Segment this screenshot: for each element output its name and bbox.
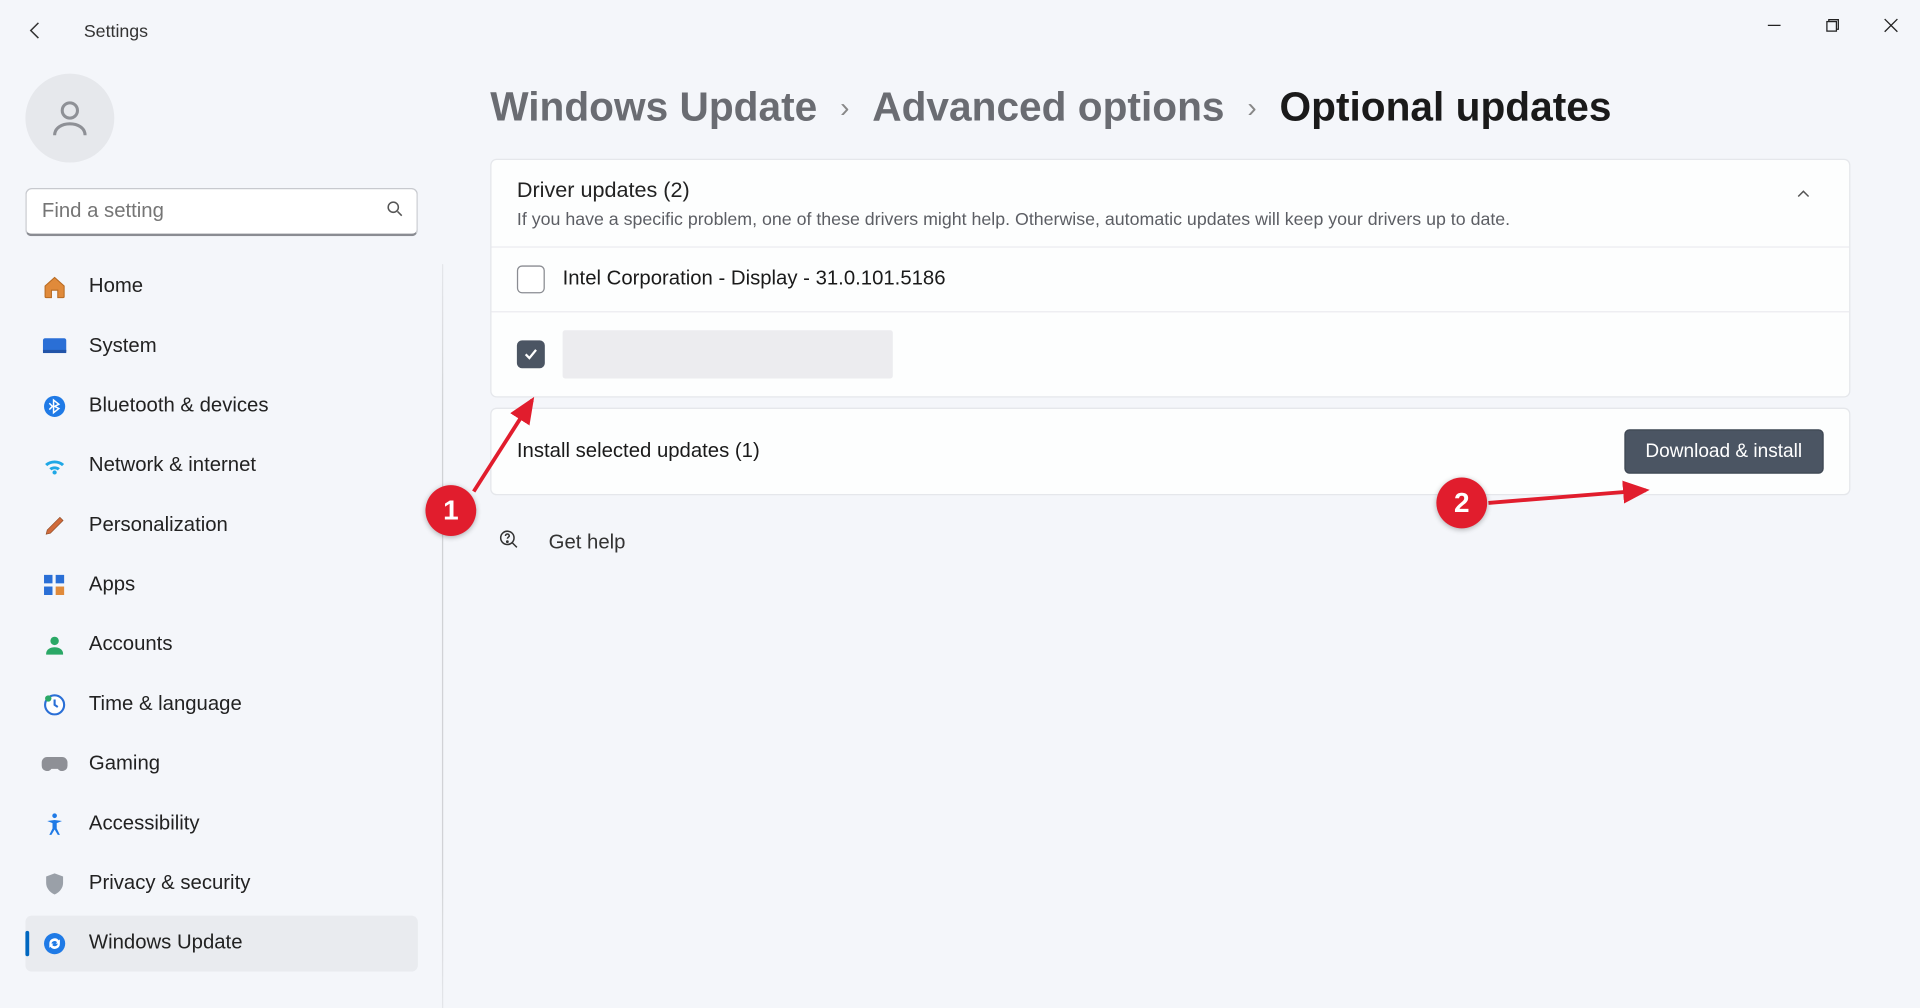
redacted-label — [563, 330, 893, 378]
maximize-button[interactable] — [1803, 0, 1861, 51]
gamepad-icon — [41, 751, 69, 779]
back-button[interactable] — [10, 5, 61, 56]
sidebar-item-label: Time & language — [89, 693, 242, 716]
sidebar-item-time[interactable]: Time & language — [25, 677, 417, 733]
home-icon — [41, 273, 69, 301]
driver-updates-desc: If you have a specific problem, one of t… — [517, 208, 1783, 228]
app-title: Settings — [84, 20, 148, 40]
sidebar-item-label: Windows Update — [89, 932, 243, 955]
arrow-left-icon — [24, 19, 47, 42]
sidebar-item-label: Privacy & security — [89, 872, 250, 895]
sidebar-item-label: Home — [89, 276, 143, 299]
driver-updates-card: Driver updates (2) If you have a specifi… — [490, 159, 1850, 398]
sidebar-item-accessibility[interactable]: Accessibility — [25, 796, 417, 852]
breadcrumb-current: Optional updates — [1280, 84, 1612, 131]
sidebar-item-windows-update[interactable]: Windows Update — [25, 916, 417, 972]
update-checkbox[interactable] — [517, 265, 545, 293]
annotation-arrow-1 — [466, 387, 555, 501]
annotation-arrow-2 — [1483, 480, 1661, 518]
breadcrumb-advanced-options[interactable]: Advanced options — [872, 84, 1224, 131]
sidebar-item-bluetooth[interactable]: Bluetooth & devices — [25, 378, 417, 434]
driver-update-row: Intel Corporation - Display - 31.0.101.5… — [491, 246, 1849, 311]
user-avatar[interactable] — [25, 74, 114, 163]
chevron-up-icon — [1783, 178, 1824, 203]
sidebar-item-system[interactable]: System — [25, 319, 417, 375]
download-install-button[interactable]: Download & install — [1624, 429, 1824, 473]
help-icon — [498, 528, 521, 557]
sidebar-item-label: Accounts — [89, 634, 173, 657]
minimize-button[interactable] — [1745, 0, 1803, 51]
sidebar-item-gaming[interactable]: Gaming — [25, 737, 417, 793]
search-icon — [385, 199, 405, 226]
get-help-label: Get help — [549, 531, 626, 554]
sidebar-item-apps[interactable]: Apps — [25, 558, 417, 614]
chevron-right-icon: › — [840, 91, 849, 124]
annotation-badge-1: 1 — [425, 485, 476, 536]
driver-updates-title: Driver updates (2) — [517, 178, 1783, 203]
accessibility-icon — [41, 810, 69, 838]
wifi-icon — [41, 452, 69, 480]
sidebar-item-accounts[interactable]: Accounts — [25, 617, 417, 673]
search-field[interactable] — [25, 188, 417, 236]
maximize-icon — [1825, 18, 1840, 33]
accounts-icon — [41, 631, 69, 659]
sidebar-item-home[interactable]: Home — [25, 259, 417, 315]
bluetooth-icon — [41, 392, 69, 420]
sidebar-item-label: Personalization — [89, 514, 228, 537]
sidebar-item-label: Network & internet — [89, 455, 256, 478]
apps-icon — [41, 572, 69, 600]
system-icon — [41, 333, 69, 361]
sidebar-item-label: System — [89, 335, 157, 358]
brush-icon — [41, 512, 69, 540]
sidebar-item-label: Gaming — [89, 753, 160, 776]
close-icon — [1883, 18, 1898, 33]
clock-icon — [41, 691, 69, 719]
checkmark-icon — [522, 345, 540, 363]
update-label: Intel Corporation - Display - 31.0.101.5… — [563, 268, 946, 291]
sidebar-item-network[interactable]: Network & internet — [25, 438, 417, 494]
chevron-right-icon: › — [1247, 91, 1256, 124]
sidebar-item-label: Apps — [89, 574, 135, 597]
windows-update-icon — [41, 930, 69, 958]
close-button[interactable] — [1862, 0, 1920, 51]
breadcrumb: Windows Update › Advanced options › Opti… — [490, 84, 1850, 131]
shield-icon — [41, 870, 69, 898]
sidebar-item-personalization[interactable]: Personalization — [25, 498, 417, 554]
sidebar-item-label: Accessibility — [89, 813, 200, 836]
breadcrumb-windows-update[interactable]: Windows Update — [490, 84, 817, 131]
driver-updates-header[interactable]: Driver updates (2) If you have a specifi… — [491, 160, 1849, 246]
get-help-link[interactable]: Get help — [490, 505, 633, 580]
driver-update-row — [491, 311, 1849, 396]
sidebar-item-label: Bluetooth & devices — [89, 395, 269, 418]
person-icon — [47, 95, 93, 141]
sidebar-item-privacy[interactable]: Privacy & security — [25, 856, 417, 912]
minimize-icon — [1767, 18, 1782, 33]
update-checkbox[interactable] — [517, 340, 545, 368]
search-input[interactable] — [25, 188, 417, 236]
annotation-badge-2: 2 — [1436, 478, 1487, 529]
